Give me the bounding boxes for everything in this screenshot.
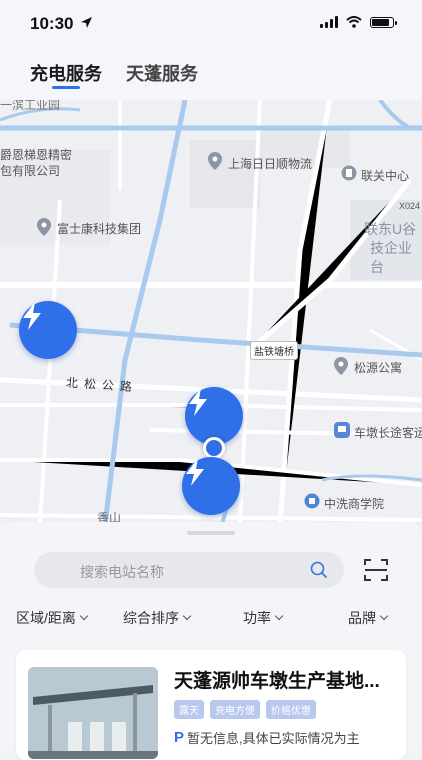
map-label-company-2: 包有限公司 [0,164,61,178]
station-photo [28,667,158,759]
station-parking-info: P 暂无信息,具体已实际情况为主 [174,728,360,747]
filter-area-distance[interactable]: 区域/距离 [16,608,89,628]
school-icon [304,493,320,509]
current-location-marker [203,437,225,459]
lightning-icon [189,388,207,416]
search-icon[interactable] [310,561,328,579]
filter-label: 综合排序 [123,610,179,626]
poi-ririshun-logistics[interactable]: 上海日日顺物流 [228,155,312,172]
poi-foxconn[interactable]: 富士康科技集团 [57,220,141,237]
tab-tianpeng-service[interactable]: 天蓬服务 [126,60,198,86]
map-label-east-1: 联东U谷 [364,221,417,237]
map-label-partial: 一滨工业园 [0,100,61,112]
chevron-down-icon [182,611,192,621]
map-pin-icon [334,357,348,375]
location-arrow-icon [81,17,92,28]
poi-chedun-bus[interactable]: 车墩长途客运 [354,424,422,441]
map-pin-icon [208,152,222,170]
status-icons [320,16,397,28]
map-pin-icon [341,165,357,181]
bottom-sheet: 搜索电站名称 区域/距离 综合排序 功率 品牌 天蓬源帅车墩生产基地... 露天… [0,522,422,760]
lightning-icon [186,458,204,486]
status-bar: 10:30 [0,0,422,46]
filter-power[interactable]: 功率 [243,608,284,628]
battery-icon [370,16,397,28]
filter-label: 区域/距离 [16,610,76,626]
charger-marker-3[interactable] [182,457,240,515]
filter-label: 品牌 [348,610,376,626]
station-tags: 露天 充电方便 价格优惠 [174,700,316,719]
station-tag: 露天 [174,700,204,719]
chevron-down-icon [274,611,284,621]
bus-station-icon [334,422,350,438]
map-pin-icon [37,218,51,236]
parking-icon: P [174,729,185,746]
chevron-down-icon [79,611,89,621]
station-name: 天蓬源帅车墩生产基地... [174,671,380,692]
filter-label: 功率 [243,610,271,626]
status-time: 10:30 [30,14,74,33]
parking-info-text: 暂无信息,具体已实际情况为主 [187,731,360,746]
poi-lianguan-center[interactable]: 联关中心 [361,167,409,184]
map-bridge-label: 盐铁塘桥 [250,341,298,360]
wifi-icon [346,16,362,28]
filter-brand[interactable]: 品牌 [348,608,389,628]
filter-sort[interactable]: 综合排序 [123,608,192,628]
lightning-icon [23,302,41,330]
sheet-drag-handle[interactable] [187,531,235,535]
station-search-input[interactable]: 搜索电站名称 [34,552,344,588]
charger-marker-1[interactable] [19,301,77,359]
map-label-east-2: 技企业台 [370,240,412,275]
service-tabs: 充电服务 天蓬服务 [0,46,422,100]
station-tag: 充电方便 [210,700,260,719]
signal-icon [320,16,338,28]
map-label-company-1: 爵恩梯恩精密 [0,148,73,162]
poi-songyuan-apartment[interactable]: 松源公寓 [354,359,402,376]
tab-charging-service[interactable]: 充电服务 [30,60,102,86]
map-view[interactable]: 一滨工业园 爵恩梯恩精密 包有限公司 上海日日顺物流 联关中心 X024 富士康… [0,100,422,525]
map-road-code: X024 [399,201,421,211]
poi-zhongxi-college[interactable]: 中洗商学院 [324,495,384,512]
chevron-down-icon [379,611,389,621]
station-tag: 价格优惠 [266,700,316,719]
filter-bar: 区域/距离 综合排序 功率 品牌 [0,608,422,632]
scan-icon[interactable] [364,558,388,582]
search-placeholder: 搜索电站名称 [80,564,164,580]
station-card[interactable]: 天蓬源帅车墩生产基地... 露天 充电方便 价格优惠 P 暂无信息,具体已实际情… [16,650,406,760]
active-tab-indicator [52,86,80,89]
